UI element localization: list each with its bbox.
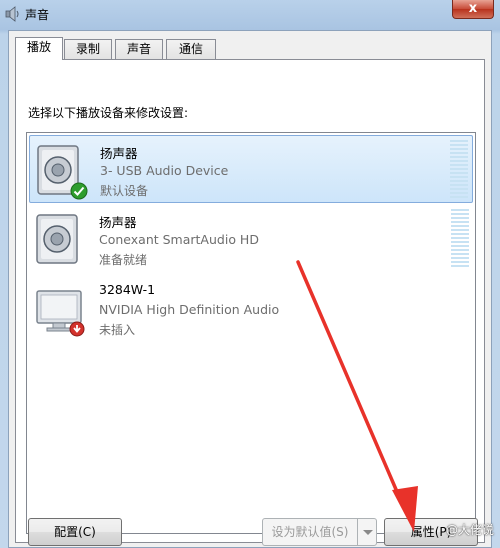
list-item-conexant-speaker[interactable]: 扬声器 Conexant SmartAudio HD 准备就绪: [29, 205, 473, 273]
device-description: 3- USB Audio Device: [100, 163, 229, 178]
playback-tab-panel: 选择以下播放设备来修改设置: 扬声器 3- USB Audio Device 默…: [15, 59, 485, 543]
tab-playback[interactable]: 播放: [15, 37, 63, 60]
speaker-icon: [5, 6, 19, 22]
tab-recording[interactable]: 录制: [64, 39, 112, 59]
set-default-dropdown-arrow[interactable]: [357, 518, 377, 546]
close-icon: x: [468, 1, 478, 16]
device-name: 3284W-1: [99, 282, 156, 297]
device-name: 扬声器: [99, 215, 137, 230]
close-button[interactable]: x: [452, 0, 494, 19]
window-title: 声音: [25, 8, 50, 22]
device-list[interactable]: 扬声器 3- USB Audio Device 默认设备 扬声器 Conexan…: [26, 132, 476, 534]
check-badge-icon: [70, 182, 88, 200]
set-default-button[interactable]: 设为默认值(S): [262, 518, 358, 546]
device-name: 扬声器: [100, 146, 138, 161]
instruction-text: 选择以下播放设备来修改设置:: [28, 106, 189, 120]
title-bar[interactable]: 声音 x: [0, 0, 500, 30]
device-status: 准备就绪: [99, 253, 148, 267]
list-item-nvidia-monitor[interactable]: 3284W-1 NVIDIA High Definition Audio 未插入: [29, 275, 473, 343]
sound-dialog-window: 声音 x 播放 录制 声音 通信 选择以下播放设备来修改设置: 扬声器 3- U…: [0, 0, 500, 548]
tab-sounds[interactable]: 声音: [115, 39, 163, 59]
device-status: 未插入: [99, 323, 136, 337]
list-item-usb-speaker[interactable]: 扬声器 3- USB Audio Device 默认设备: [29, 135, 473, 203]
speaker-icon: [36, 214, 78, 264]
tab-communications[interactable]: 通信: [166, 39, 216, 59]
volume-level-meter: [451, 209, 469, 267]
configure-button[interactable]: 配置(C): [28, 518, 122, 546]
dialog-client-area: 播放 录制 声音 通信 选择以下播放设备来修改设置: 扬声器 3- USB Au…: [8, 30, 492, 548]
device-description: Conexant SmartAudio HD: [99, 232, 259, 247]
watermark-text: @大佬说: [445, 523, 494, 537]
unplugged-badge-icon: [69, 321, 85, 337]
volume-level-meter: [450, 140, 468, 198]
device-description: NVIDIA High Definition Audio: [99, 302, 280, 317]
device-status: 默认设备: [100, 184, 149, 198]
